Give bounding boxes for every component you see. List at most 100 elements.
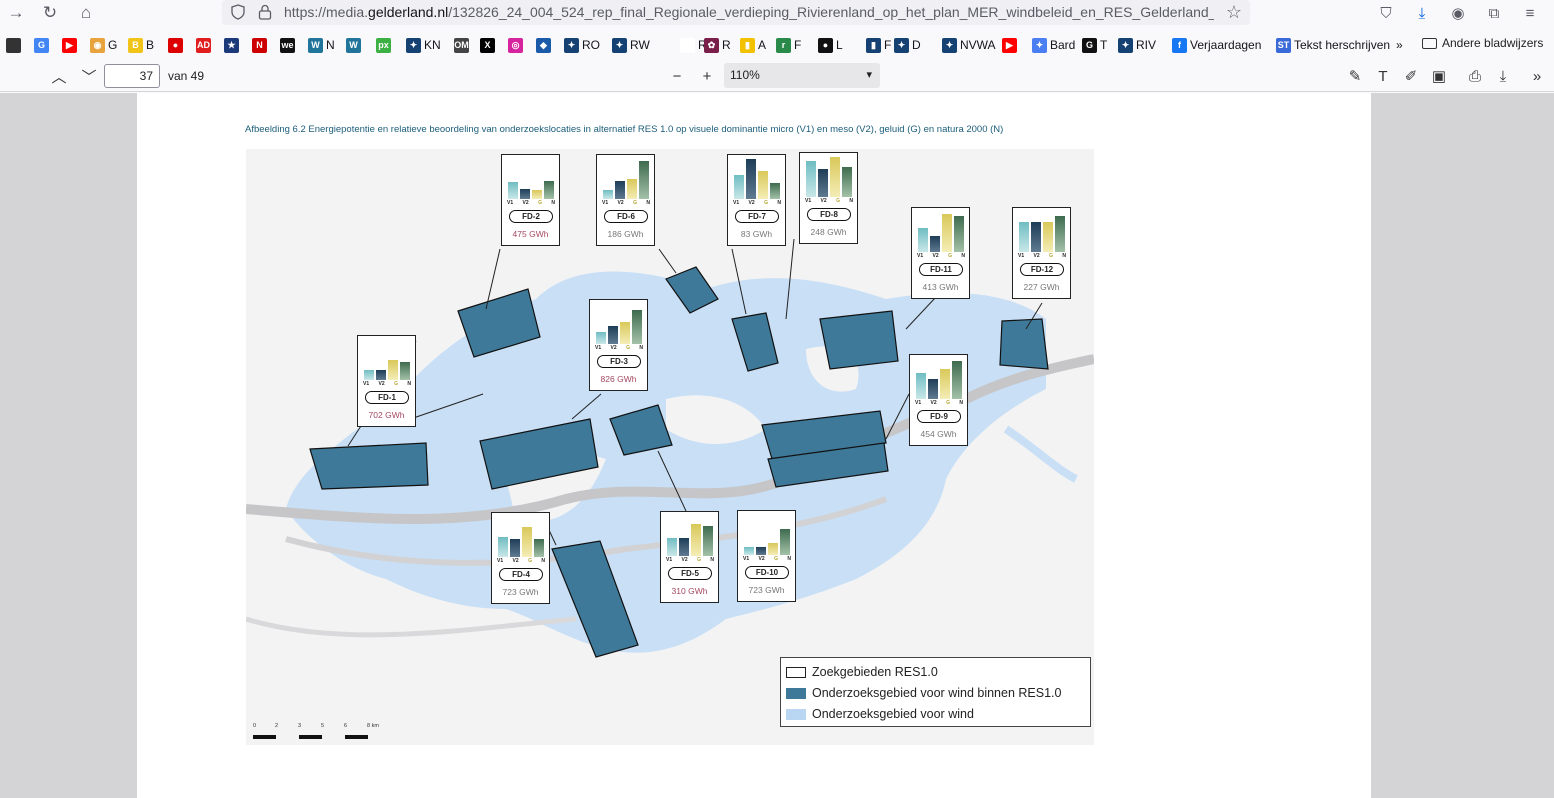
fd-bar-labels: V1 V2 G N	[1018, 253, 1066, 259]
extensions-icon[interactable]: ⧉	[1482, 2, 1506, 24]
bookmark-item[interactable]: ▮ F	[866, 36, 891, 54]
bookmark-favicon-icon: r	[776, 37, 791, 53]
other-bookmarks-folder[interactable]: Andere bladwijzers	[1422, 36, 1543, 50]
bookmark-item[interactable]: ✦ NVWA	[942, 36, 996, 54]
more-tools-icon[interactable]: »	[1526, 66, 1548, 86]
shield-icon[interactable]	[230, 4, 246, 20]
fd-bar-n	[544, 181, 554, 199]
bookmark-item[interactable]: ✿ R	[704, 36, 731, 54]
bookmark-item[interactable]: ◆	[536, 36, 554, 54]
fd-gwh: 413 GWh	[922, 282, 959, 292]
bookmark-item[interactable]: ★	[224, 36, 242, 54]
fd-bar-n	[842, 167, 852, 197]
bookmark-item[interactable]: px	[376, 36, 394, 54]
fd-bar-chart	[667, 516, 713, 556]
bookmark-item[interactable]: BB	[128, 36, 154, 54]
fd-bar-label: G	[394, 381, 398, 387]
download-icon[interactable]: ⤓	[1410, 2, 1434, 24]
fd-card: V1 V2 G N FD-10 723 GWh	[737, 510, 796, 602]
scale-segment	[299, 735, 322, 739]
bookmark-item[interactable]: G	[34, 36, 52, 54]
pdf-toolbar: ︿ ﹀ 37 van 49 − + 110% ▾ ✎ T ✐ ▣ ⎙ ⤓ »	[0, 60, 1554, 92]
text-icon[interactable]: T	[1372, 66, 1394, 86]
pdf-viewer[interactable]: Afbeelding 6.2 Energiepotentie en relati…	[0, 93, 1554, 798]
zoom-in-icon[interactable]: +	[696, 66, 718, 86]
bookmark-label: NVWA	[960, 38, 996, 52]
bookmark-item[interactable]: X	[480, 36, 498, 54]
fd-bar-label: V2	[378, 381, 385, 387]
fd-bar-v1	[918, 228, 928, 252]
fd-bar-v2	[818, 169, 828, 197]
bookmark-item[interactable]: ✦ KN	[406, 36, 441, 54]
legend-swatch	[786, 666, 806, 678]
bookmark-item[interactable]: W	[346, 36, 364, 54]
fd-name: FD-7	[735, 210, 779, 223]
next-page-icon[interactable]: ﹀	[78, 66, 100, 86]
draw-icon[interactable]: ✐	[1400, 66, 1422, 86]
home-icon[interactable]: ⌂	[74, 2, 98, 24]
legend-swatch	[786, 708, 806, 720]
url-field[interactable]: https://media.gelderland.nl/132826_24_00…	[222, 0, 1250, 25]
zoom-out-icon[interactable]: −	[666, 66, 688, 86]
bookmark-item[interactable]: ▶	[62, 36, 80, 54]
navigation-bar: → ↻ ⌂ https://media.gelderland.nl/132826…	[0, 0, 1554, 28]
account-icon[interactable]: ◉	[1446, 2, 1470, 24]
bookmark-item[interactable]: f Verjaardagen	[1172, 36, 1261, 54]
bookmark-item[interactable]: we	[280, 36, 298, 54]
bookmark-item[interactable]: ▮ A	[740, 36, 766, 54]
bookmark-item[interactable]: rF	[776, 36, 801, 54]
bookmark-favicon-icon: ✦	[942, 37, 957, 53]
scale-segment	[253, 735, 276, 739]
fd-gwh: 310 GWh	[671, 586, 708, 596]
bookmark-item[interactable]: GT	[1082, 36, 1107, 54]
bookmark-item[interactable]	[6, 36, 24, 54]
bookmark-label: B	[146, 38, 155, 52]
bookmark-item[interactable]: ✦ RO	[564, 36, 600, 54]
bookmark-item[interactable]: ✦ RIV	[1118, 36, 1156, 54]
fd-bar-chart	[364, 340, 410, 380]
highlight-icon[interactable]: ✎	[1344, 66, 1366, 86]
bookmarks-overflow-icon[interactable]: »	[1396, 36, 1403, 54]
image-icon[interactable]: ▣	[1428, 66, 1450, 86]
fd-bar-v1	[508, 182, 518, 199]
bookmark-item[interactable]: R	[680, 36, 707, 54]
save-icon[interactable]: ⤓	[1492, 66, 1514, 86]
forward-icon[interactable]: →	[4, 2, 28, 24]
page-number-input[interactable]: 37	[104, 64, 160, 88]
lock-icon[interactable]	[258, 4, 272, 20]
previous-page-icon[interactable]: ︿	[48, 66, 70, 86]
bookmark-item[interactable]: ✦ RW	[612, 36, 650, 54]
bookmark-item[interactable]: AD	[196, 36, 214, 54]
bookmark-item[interactable]: OM	[454, 36, 472, 54]
bookmark-item[interactable]: ✦ Bard	[1032, 36, 1075, 54]
bookmark-favicon-icon: ★	[224, 37, 239, 53]
fd-bar-label: N	[551, 200, 555, 206]
menu-icon[interactable]: ≡	[1518, 2, 1542, 24]
fd-bar-labels: V1 V2 G N	[917, 253, 965, 259]
bookmark-star-icon[interactable]: ☆	[1226, 2, 1242, 23]
fd-bar-g	[522, 527, 532, 557]
fd-bar-g	[620, 322, 630, 344]
pocket-icon[interactable]: ⛉	[1374, 2, 1398, 24]
url-text[interactable]: https://media.gelderland.nl/132826_24_00…	[284, 4, 1214, 20]
bookmark-item[interactable]: WN	[308, 36, 335, 54]
bookmark-favicon-icon: AD	[196, 37, 211, 53]
zoom-select[interactable]: 110% ▾	[724, 63, 880, 88]
bookmark-item[interactable]: N	[252, 36, 270, 54]
scale-tick: 3	[298, 723, 302, 729]
bookmark-item[interactable]: ◉ G	[90, 36, 117, 54]
fd-card: V1 V2 G N FD-2 475 GWh	[501, 154, 560, 246]
bookmark-item[interactable]: ● L	[818, 36, 843, 54]
bookmark-label: F	[884, 38, 892, 52]
bookmark-item[interactable]: ●	[168, 36, 186, 54]
fd-bar-label: V1	[915, 400, 922, 406]
reload-icon[interactable]: ↻	[38, 2, 62, 24]
bookmark-item[interactable]: ✦ D	[894, 36, 921, 54]
print-icon[interactable]: ⎙	[1464, 66, 1486, 86]
bookmark-item[interactable]: ◎	[508, 36, 526, 54]
fd-card: V1 V2 G N FD-1 702 GWh	[357, 335, 416, 427]
bookmark-label: A	[758, 38, 767, 52]
fd-gwh: 454 GWh	[920, 429, 957, 439]
bookmark-item[interactable]: ▶	[1002, 36, 1020, 54]
bookmark-item[interactable]: ST Tekst herschrijven	[1276, 36, 1390, 54]
